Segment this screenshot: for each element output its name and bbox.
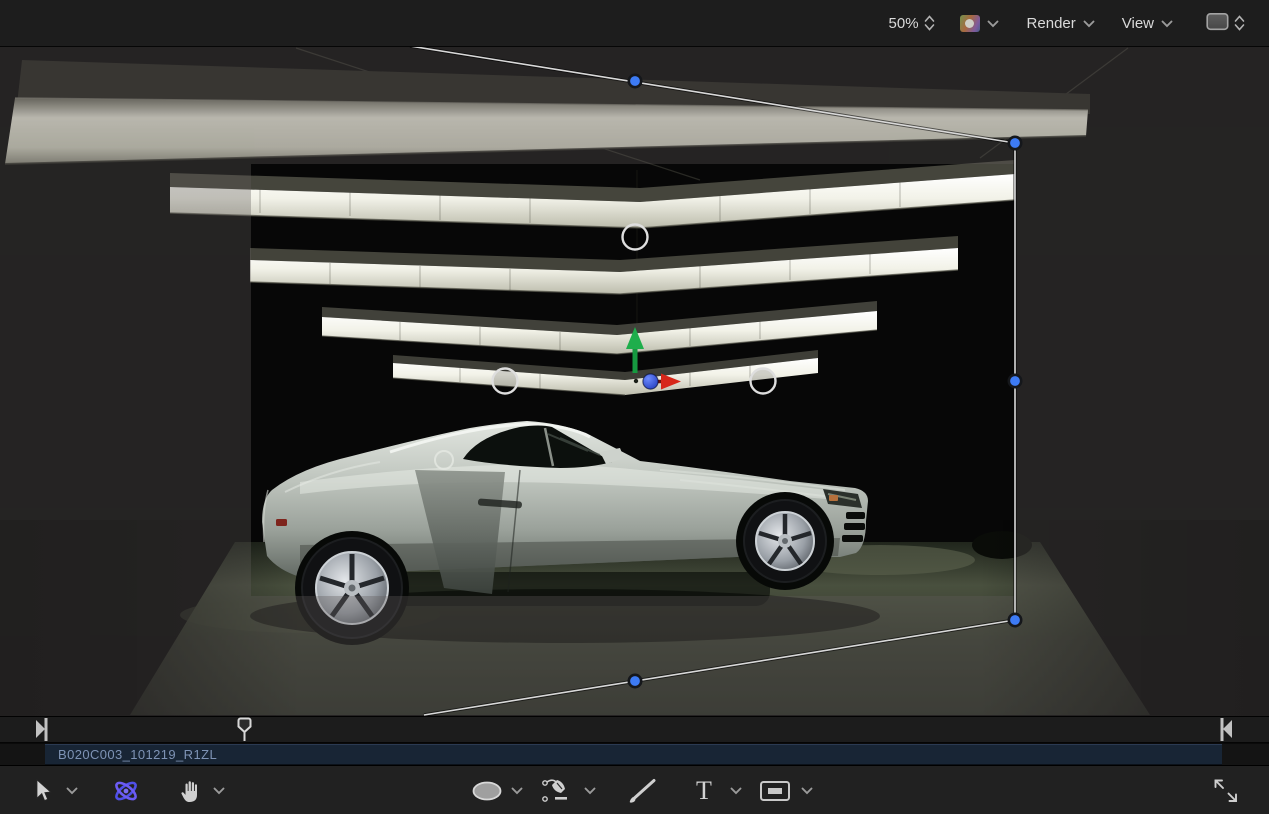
bezier-pen-tool[interactable]	[541, 766, 577, 814]
canvas-viewport[interactable]	[0, 47, 1269, 716]
rect-mask-icon	[759, 780, 791, 802]
car-front-wheel	[744, 500, 826, 582]
window-layout-control[interactable]	[1206, 12, 1245, 35]
chevron-down-icon	[511, 787, 523, 795]
text-tool[interactable]: T	[696, 766, 712, 814]
color-channel-menu[interactable]	[960, 15, 999, 32]
shape-ellipse-tool[interactable]	[471, 766, 503, 814]
rotate-z-handle[interactable]	[751, 369, 776, 394]
shape-tool-dropdown[interactable]	[511, 766, 523, 814]
chevron-down-icon	[987, 15, 999, 32]
car-tail-marker	[276, 519, 287, 526]
pen-tool-dropdown[interactable]	[584, 766, 596, 814]
gizmo-y-axis-arrow[interactable]	[633, 346, 638, 373]
ellipse-icon	[471, 780, 503, 802]
playhead-icon[interactable]	[239, 719, 251, 742]
swatch-dot-icon	[965, 19, 974, 28]
canvas-scene	[0, 47, 1269, 716]
render-menu[interactable]: Render	[1027, 15, 1095, 32]
in-marker-icon[interactable]	[36, 718, 48, 741]
handle-top-right[interactable]	[1009, 137, 1021, 149]
chevron-down-icon	[730, 787, 742, 795]
chevron-down-icon	[801, 787, 813, 795]
handle-bottom-right[interactable]	[1009, 614, 1021, 626]
window-layout-icon[interactable]	[1206, 12, 1229, 35]
view-menu-label[interactable]: View	[1122, 15, 1154, 32]
gizmo-anchor-point[interactable]	[634, 379, 638, 383]
expand-view-button[interactable]	[1211, 766, 1241, 814]
clip-name-label: B020C003_101219_R1ZL	[58, 747, 217, 762]
zoom-level-control[interactable]: 50%	[889, 15, 935, 32]
orbit-3d-icon	[110, 777, 142, 805]
handle-top-center[interactable]	[629, 75, 641, 87]
pan-tool-dropdown[interactable]	[213, 766, 225, 814]
rotate-x-handle[interactable]	[623, 225, 648, 250]
zoom-level-value[interactable]: 50%	[889, 15, 919, 32]
timeline-ruler[interactable]	[0, 716, 1269, 743]
rectangle-mask-tool[interactable]	[759, 766, 791, 814]
hand-icon	[180, 779, 202, 803]
mask-tool-dropdown[interactable]	[801, 766, 813, 814]
color-swatch-icon[interactable]	[960, 15, 980, 32]
top-toolbar: 50% Render View	[0, 0, 1269, 47]
zoom-stepper-icon[interactable]	[924, 15, 935, 31]
gizmo-z-axis-handle[interactable]	[643, 374, 658, 389]
rotate-y-handle[interactable]	[493, 369, 518, 394]
render-menu-label[interactable]: Render	[1027, 15, 1076, 32]
select-tool-dropdown[interactable]	[66, 766, 78, 814]
timeline-clip[interactable]: B020C003_101219_R1ZL	[45, 744, 1222, 765]
chevron-down-icon	[66, 787, 78, 795]
handle-bottom-center[interactable]	[629, 675, 641, 687]
chevron-down-icon	[1083, 15, 1095, 32]
select-arrow-tool[interactable]	[33, 766, 53, 814]
text-tool-icon: T	[696, 778, 712, 804]
out-marker-icon[interactable]	[1221, 718, 1233, 741]
arrow-cursor-icon	[33, 779, 53, 803]
view-menu[interactable]: View	[1122, 15, 1173, 32]
app-window: 50% Render View	[0, 0, 1269, 814]
pan-hand-tool[interactable]	[180, 766, 202, 814]
chevron-down-icon	[584, 787, 596, 795]
timeline-track: B020C003_101219_R1ZL	[0, 744, 1269, 765]
handle-middle-right[interactable]	[1009, 375, 1021, 387]
expand-arrows-icon	[1211, 776, 1241, 806]
bottom-toolbar: T	[0, 765, 1269, 814]
transform-3d-tool[interactable]	[110, 766, 142, 814]
text-tool-dropdown[interactable]	[730, 766, 742, 814]
pen-nib-icon	[541, 777, 577, 805]
paint-brush-tool[interactable]	[628, 766, 658, 814]
chevron-down-icon	[213, 787, 225, 795]
chevron-down-icon	[1161, 15, 1173, 32]
layout-stepper-icon[interactable]	[1234, 15, 1245, 31]
brush-icon	[628, 778, 658, 804]
